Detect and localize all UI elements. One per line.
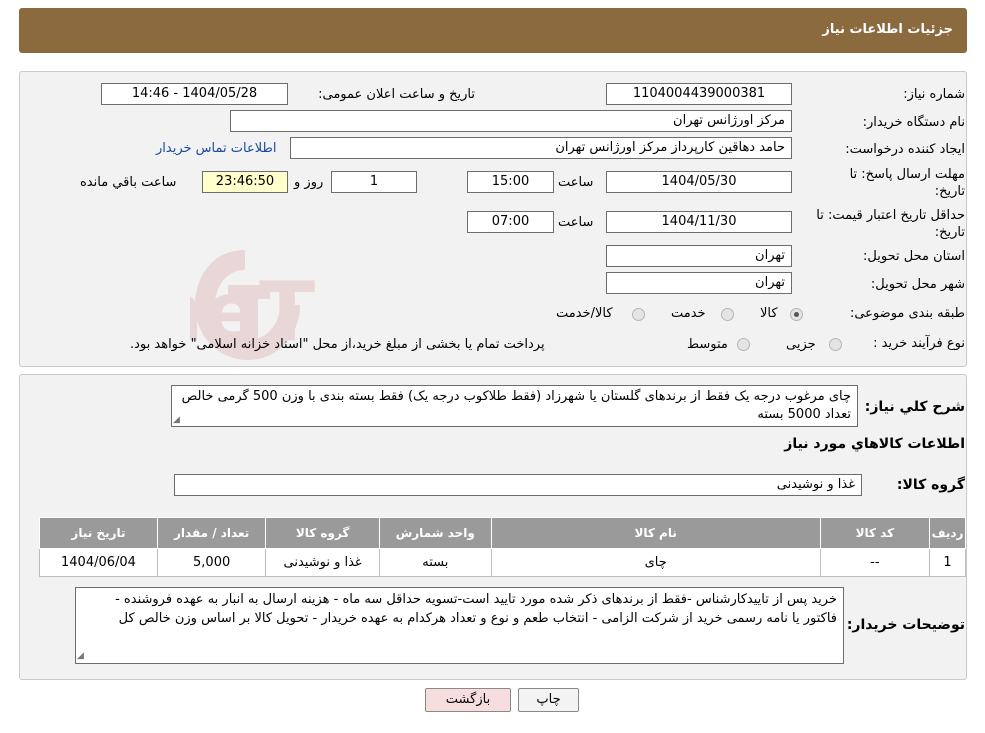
requester-field: حامد دهاقین کارپرداز مرکز اورژانس تهران [290, 137, 792, 159]
cell-quantity: 5,000 [156, 548, 267, 577]
treasury-note: پرداخت تمام یا بخشی از مبلغ خرید،از محل … [130, 337, 545, 352]
purchase-type-radio-medium[interactable] [737, 338, 750, 351]
description-field: چای مرغوب درجه یک فقط از برندهای گلستان … [171, 385, 858, 427]
cell-row: 1 [929, 548, 966, 577]
reply-deadline-time: 15:00 [467, 171, 554, 193]
purchase-type-option-minor: جزیی [786, 337, 816, 352]
reply-deadline-date: 1404/05/30 [606, 171, 792, 193]
resize-handle-icon[interactable]: ◢ [77, 651, 84, 661]
items-section-title: اطلاعات کالاهاي مورد نياز [784, 436, 965, 452]
page-header: جزئیات اطلاعات نیاز [19, 8, 967, 53]
reply-days-label: روز و [294, 175, 324, 190]
page-title: جزئیات اطلاعات نیاز [822, 22, 953, 37]
col-quantity: تعداد / مقدار [156, 517, 267, 549]
delivery-province-field: تهران [606, 245, 792, 267]
col-group: گروه کالا [265, 517, 380, 549]
price-validity-time: 07:00 [467, 211, 554, 233]
cell-need-date: 1404/06/04 [39, 548, 158, 577]
reply-deadline-label: مهلت ارسال پاسخ: تا تاریخ: [849, 167, 965, 199]
delivery-province-label: استان محل تحویل: [863, 249, 965, 264]
purchase-type-label: نوع فرآیند خرید : [873, 336, 965, 351]
announce-datetime-label: تاریخ و ساعت اعلان عمومی: [318, 87, 475, 102]
price-validity-time-label: ساعت [558, 215, 594, 230]
remaining-time-field: 23:46:50 [202, 171, 288, 193]
cell-group: غذا و نوشیدنی [265, 548, 380, 577]
category-radio-service[interactable] [721, 308, 734, 321]
col-need-date: تاریخ نیاز [39, 517, 158, 549]
items-table: رديف کد کالا نام کالا واحد شمارش گروه کا… [39, 517, 966, 577]
buyer-org-field: مرکز اورژانس تهران [230, 110, 792, 132]
items-table-header: رديف کد کالا نام کالا واحد شمارش گروه کا… [39, 517, 966, 549]
cell-name: چای [490, 548, 821, 577]
print-button[interactable]: چاپ [518, 688, 579, 712]
purchase-type-option-medium: متوسط [687, 337, 728, 352]
purchase-type-radio-minor[interactable] [829, 338, 842, 351]
buyer-org-label: نام دستگاه خریدار: [862, 115, 965, 130]
col-name: نام کالا [490, 517, 821, 549]
back-button[interactable]: بازگشت [425, 688, 511, 712]
col-unit: واحد شمارش [378, 517, 492, 549]
category-radio-goods-service[interactable] [632, 308, 645, 321]
delivery-city-field: تهران [606, 272, 792, 294]
need-number-field: 1104004439000381 [606, 83, 792, 105]
cell-code: -- [819, 548, 931, 577]
buyer-contact-link[interactable]: اطلاعات تماس خریدار [156, 141, 276, 156]
category-label: طبقه بندی موضوعی: [849, 306, 965, 321]
goods-group-label: گروه کالا: [896, 477, 965, 493]
delivery-city-label: شهر محل تحویل: [870, 277, 965, 292]
price-validity-date: 1404/11/30 [606, 211, 792, 233]
category-option-goods-service: کالا/خدمت [556, 306, 613, 321]
reply-days-field: 1 [331, 171, 417, 193]
cell-unit: بسته [378, 548, 492, 577]
price-validity-label: حداقل تاریخ اعتبار قیمت: تا تاریخ: [816, 208, 965, 240]
buyer-notes-label: توضیحات خریدار: [846, 617, 965, 633]
col-row: رديف [929, 517, 966, 549]
category-option-goods: کالا [760, 306, 778, 321]
announce-datetime-field: 1404/05/28 - 14:46 [101, 83, 288, 105]
category-option-service: خدمت [671, 306, 706, 321]
category-radio-goods[interactable] [790, 308, 803, 321]
buyer-notes-field: خرید پس از تاییدکارشناس -فقط از برندهای … [75, 587, 844, 664]
col-code: کد کالا [819, 517, 931, 549]
remaining-time-label: ساعت باقي مانده [80, 175, 177, 190]
goods-group-field: غذا و نوشیدنی [174, 474, 862, 496]
resize-handle-icon[interactable]: ◢ [173, 415, 180, 425]
table-row: 1 -- چای بسته غذا و نوشیدنی 5,000 1404/0… [39, 548, 966, 577]
description-label: شرح کلي نياز: [864, 399, 965, 415]
requester-label: ایجاد کننده درخواست: [845, 142, 965, 157]
reply-deadline-time-label: ساعت [558, 175, 594, 190]
need-number-label: شماره نیاز: [903, 87, 965, 102]
